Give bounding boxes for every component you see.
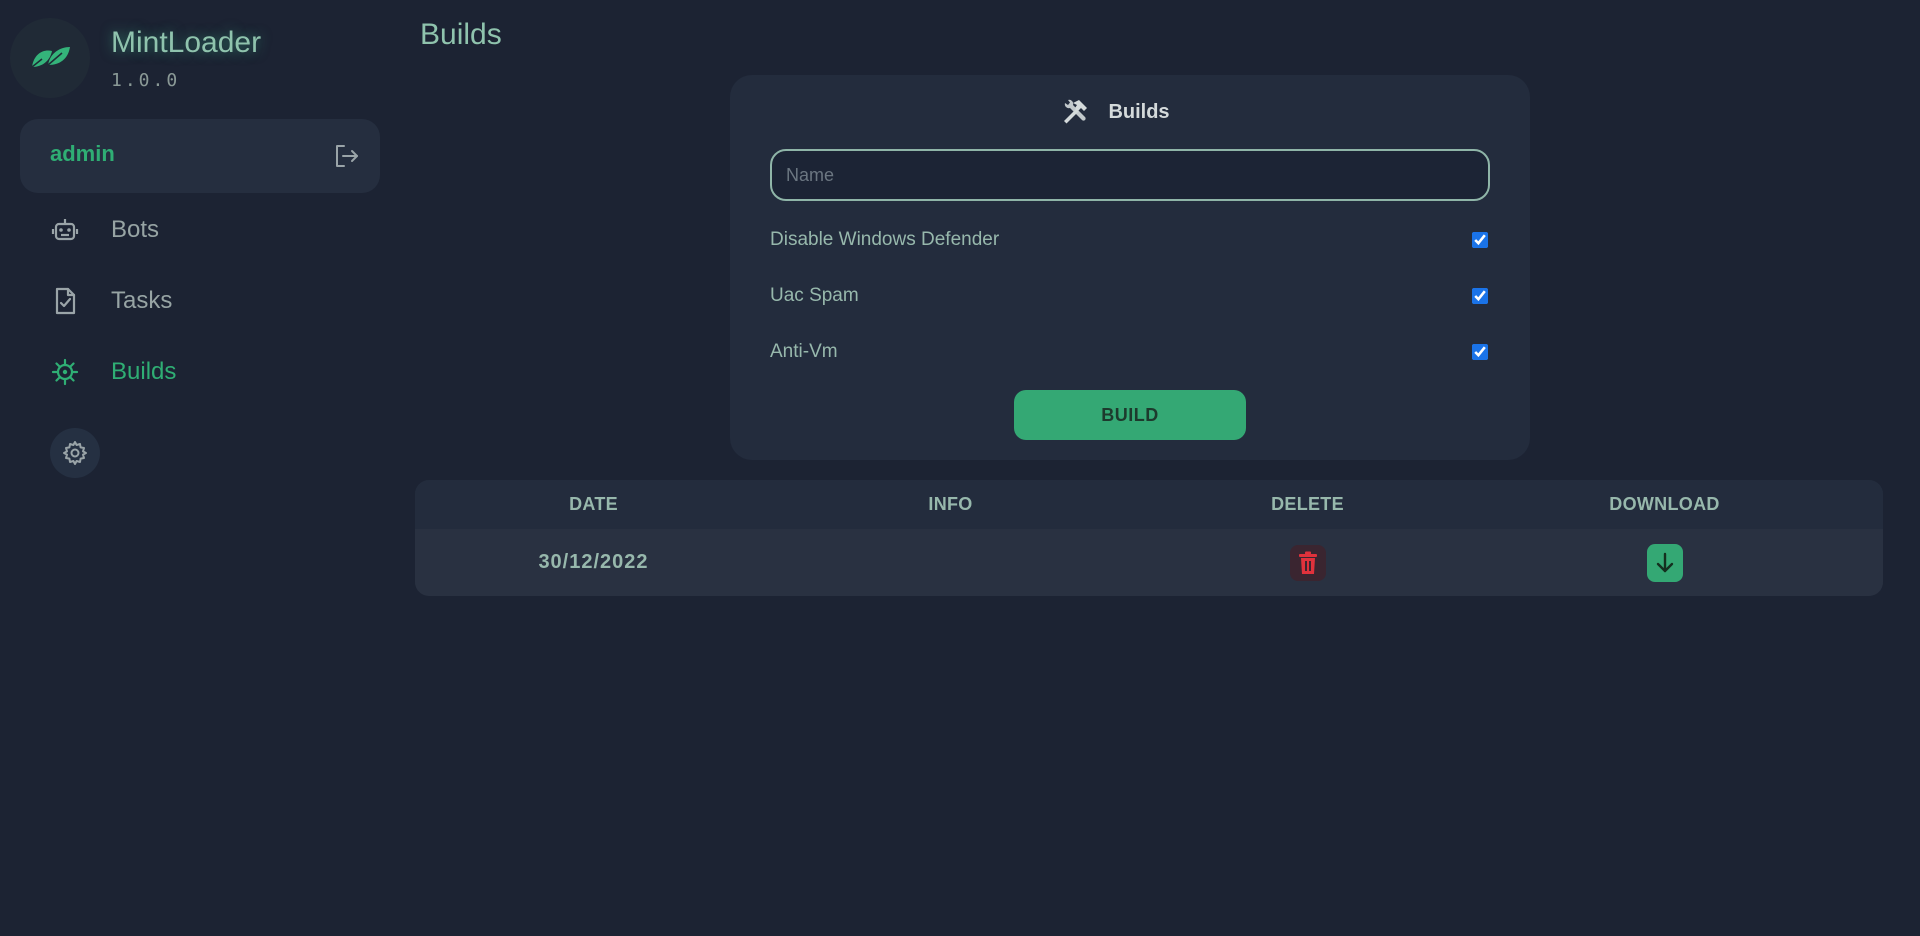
sidebar-item-tasks[interactable]: Tasks bbox=[48, 279, 368, 323]
user-name: admin bbox=[50, 141, 115, 166]
builder-title: Builds bbox=[1108, 100, 1170, 123]
option-anti-vm: Anti-Vm bbox=[770, 337, 1490, 367]
file-check-icon bbox=[48, 284, 82, 318]
arrow-down-icon bbox=[1656, 552, 1673, 572]
cell-download bbox=[1486, 529, 1843, 596]
delete-button[interactable] bbox=[1289, 544, 1326, 581]
column-header-info: INFO bbox=[928, 494, 973, 514]
builds-table: DATE INFO DELETE DOWNLOAD 30/12/2022 bbox=[415, 480, 1883, 596]
column-header-delete: DELETE bbox=[1271, 494, 1344, 514]
sidebar-item-builds[interactable]: Builds bbox=[48, 350, 368, 394]
sidebar-item-bots[interactable]: Bots bbox=[48, 208, 368, 252]
user-card: admin bbox=[20, 119, 380, 193]
option-uac-spam: Uac Spam bbox=[770, 281, 1490, 311]
settings-button[interactable] bbox=[50, 428, 100, 478]
table-header: DATE INFO DELETE DOWNLOAD bbox=[415, 480, 1883, 529]
builder-card: Builds Disable Windows Defender Uac Spam… bbox=[730, 75, 1530, 460]
anti-vm-checkbox[interactable] bbox=[1472, 344, 1488, 360]
leaf-icon bbox=[31, 47, 70, 68]
logout-icon[interactable] bbox=[331, 141, 361, 171]
name-input[interactable] bbox=[770, 149, 1490, 201]
builder-header: Builds bbox=[730, 97, 1530, 127]
column-header-download: DOWNLOAD bbox=[1609, 494, 1720, 514]
option-label: Uac Spam bbox=[770, 285, 859, 306]
sidebar-item-label: Tasks bbox=[111, 287, 173, 314]
virus-icon bbox=[48, 355, 82, 389]
brand-name: MintLoader bbox=[111, 26, 262, 59]
hammer-wrench-icon bbox=[1064, 99, 1088, 124]
table-row: 30/12/2022 bbox=[415, 529, 1883, 596]
disable-windows-defender-checkbox[interactable] bbox=[1472, 232, 1488, 248]
sidebar: MintLoader 1.0.0 admin Bots Tasks Builds bbox=[0, 0, 390, 936]
sidebar-item-label: Builds bbox=[111, 358, 177, 385]
option-label: Anti-Vm bbox=[770, 341, 838, 362]
brand-version: 1.0.0 bbox=[111, 70, 181, 91]
robot-icon bbox=[48, 213, 82, 247]
download-button[interactable] bbox=[1646, 543, 1683, 582]
option-label: Disable Windows Defender bbox=[770, 229, 1000, 250]
brand-logo bbox=[10, 18, 90, 98]
sidebar-item-label: Bots bbox=[111, 216, 160, 243]
column-header-date: DATE bbox=[569, 494, 618, 514]
page-title: Builds bbox=[420, 18, 502, 51]
cell-delete bbox=[1129, 529, 1486, 596]
cell-info bbox=[772, 529, 1129, 596]
uac-spam-checkbox[interactable] bbox=[1472, 288, 1488, 304]
cell-date: 30/12/2022 bbox=[538, 551, 649, 573]
gear-icon bbox=[63, 441, 87, 465]
trash-icon bbox=[1298, 551, 1317, 574]
option-disable-windows-defender: Disable Windows Defender bbox=[770, 225, 1490, 255]
build-button[interactable]: BUILD bbox=[1014, 390, 1246, 440]
